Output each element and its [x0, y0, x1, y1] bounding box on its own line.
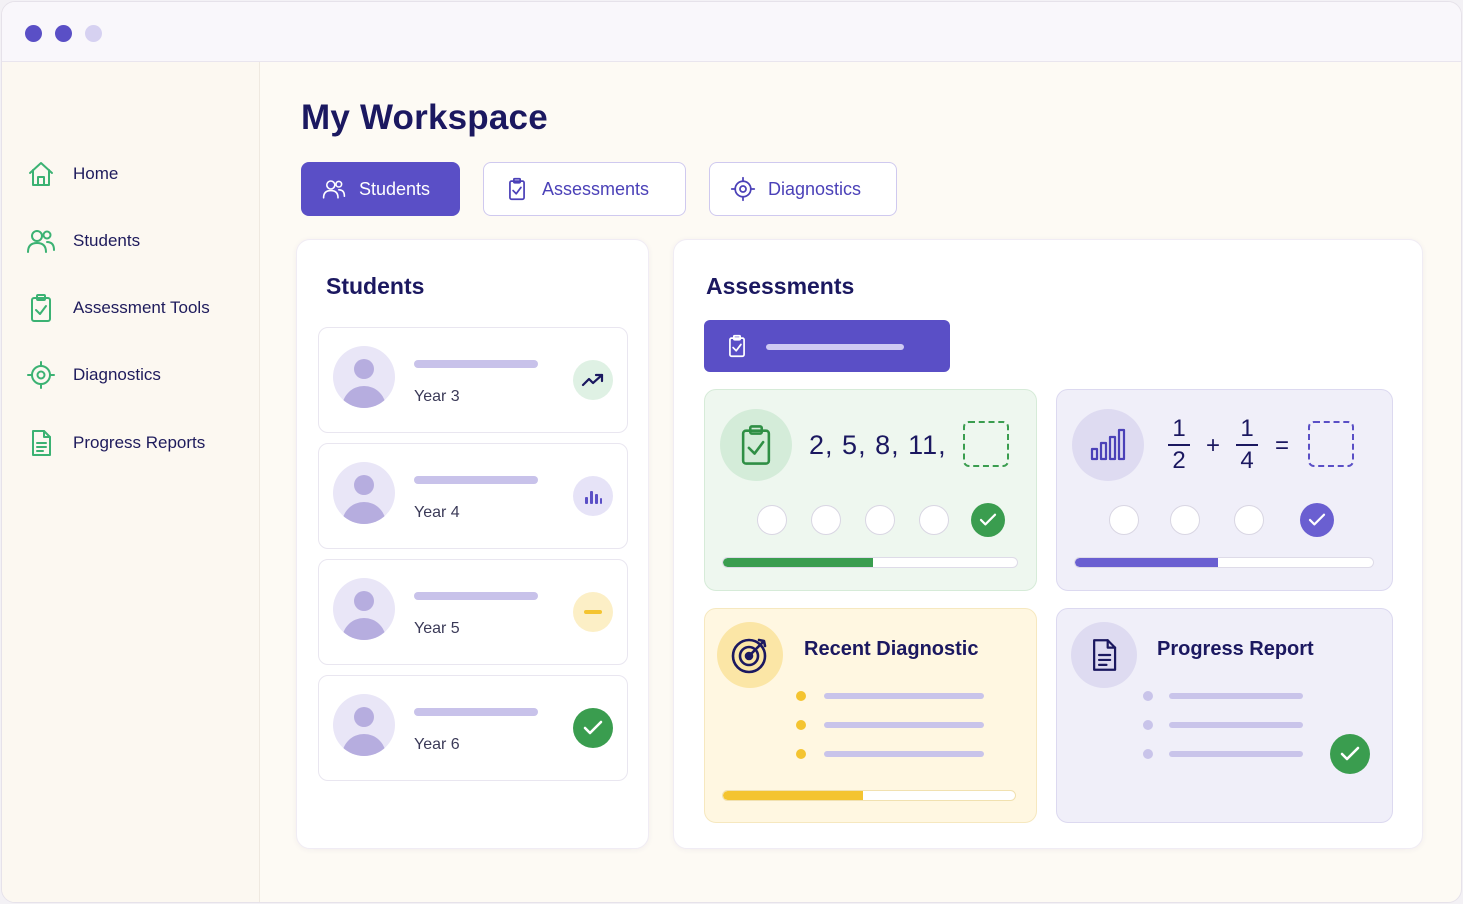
- answer-option[interactable]: [1234, 505, 1264, 535]
- clipboard-check-icon: [504, 176, 530, 202]
- tab-assessments[interactable]: Assessments: [483, 162, 686, 216]
- page-title: My Workspace: [301, 98, 548, 137]
- students-panel-title: Students: [326, 273, 425, 299]
- sidebar-item-assessment-tools[interactable]: Assessment Tools: [24, 291, 210, 325]
- sidebar-item-label: Students: [73, 231, 141, 250]
- answer-option[interactable]: [1109, 505, 1139, 535]
- progress-report-card[interactable]: Progress Report: [1056, 608, 1393, 823]
- plus-operator: +: [1206, 432, 1221, 459]
- app-window: Home Students Assessment Tools Diagnosti…: [1, 1, 1462, 903]
- students-panel: Students Year 3 Year 4 Year 5 Year 6: [296, 239, 649, 849]
- answer-option[interactable]: [757, 505, 787, 535]
- tab-label: Diagnostics: [768, 178, 862, 199]
- window-minimize-button[interactable]: [55, 25, 72, 42]
- student-year: Year 4: [414, 504, 460, 521]
- fraction-one-half: 12: [1168, 416, 1190, 474]
- home-icon: [24, 157, 58, 191]
- bar-chart-icon: [573, 476, 613, 516]
- recent-diagnostic-title: Recent Diagnostic: [804, 638, 979, 660]
- sidebar-item-label: Assessment Tools: [73, 298, 210, 317]
- check-icon: [573, 708, 613, 748]
- student-year: Year 5: [414, 620, 460, 637]
- answer-option-selected[interactable]: [1300, 503, 1334, 537]
- answer-box[interactable]: [1308, 421, 1354, 467]
- answer-option[interactable]: [865, 505, 895, 535]
- target-icon: [24, 358, 58, 392]
- student-year: Year 3: [414, 388, 460, 405]
- recent-diagnostic-card[interactable]: Recent Diagnostic: [704, 608, 1037, 823]
- sidebar-item-label: Progress Reports: [73, 433, 206, 452]
- clipboard-check-icon: [24, 291, 58, 325]
- clipboard-check-icon: [720, 409, 792, 481]
- avatar: [333, 346, 395, 408]
- target-icon: [730, 176, 756, 202]
- fraction-progress-bar: [1074, 557, 1374, 568]
- sidebar: Home Students Assessment Tools Diagnosti…: [2, 62, 260, 902]
- users-icon: [24, 224, 58, 258]
- avatar: [333, 462, 395, 524]
- new-assessment-button[interactable]: [704, 320, 950, 372]
- sidebar-item-home[interactable]: Home: [24, 157, 118, 191]
- window-close-button[interactable]: [25, 25, 42, 42]
- document-icon: [24, 426, 58, 460]
- clipboard-check-icon: [726, 333, 748, 364]
- sequence-progress-bar: [722, 557, 1018, 568]
- student-card[interactable]: Year 4: [318, 443, 628, 549]
- assessments-panel: Assessments 2, 5, 8, 11, 1 2 + 1 4 = Rec…: [673, 239, 1423, 849]
- target-icon: [717, 622, 783, 688]
- tab-diagnostics[interactable]: Diagnostics: [709, 162, 897, 216]
- avatar: [333, 694, 395, 756]
- users-icon: [321, 176, 347, 202]
- equals-operator: =: [1275, 432, 1290, 459]
- window-maximize-button[interactable]: [85, 25, 102, 42]
- title-bar: [2, 2, 1461, 62]
- sidebar-item-students[interactable]: Students: [24, 224, 140, 258]
- signal-bars-icon: [1072, 409, 1144, 481]
- student-card[interactable]: Year 6: [318, 675, 628, 781]
- assessments-panel-title: Assessments: [706, 273, 855, 299]
- sidebar-item-label: Diagnostics: [73, 365, 161, 384]
- check-icon: [1330, 734, 1370, 774]
- trend-up-icon: [573, 360, 613, 400]
- main-content: My Workspace Students Assessments Diagno…: [261, 62, 1461, 902]
- answer-option[interactable]: [919, 505, 949, 535]
- fraction-question-card[interactable]: 12 + 14 =: [1056, 389, 1393, 591]
- progress-report-title: Progress Report: [1157, 638, 1314, 660]
- tab-students[interactable]: Students: [301, 162, 460, 216]
- avatar: [333, 578, 395, 640]
- answer-box[interactable]: [963, 421, 1009, 467]
- student-card[interactable]: Year 5: [318, 559, 628, 665]
- student-card[interactable]: Year 3: [318, 327, 628, 433]
- number-sequence: 2, 5, 8, 11,: [809, 430, 947, 460]
- document-icon: [1071, 622, 1137, 688]
- student-year: Year 6: [414, 736, 460, 753]
- sidebar-item-label: Home: [73, 164, 119, 183]
- answer-option-selected[interactable]: [971, 503, 1005, 537]
- answer-option[interactable]: [1170, 505, 1200, 535]
- answer-option[interactable]: [811, 505, 841, 535]
- fraction-one-quarter: 14: [1236, 416, 1258, 474]
- tab-label: Students: [359, 178, 431, 199]
- sequence-question-card[interactable]: 2, 5, 8, 11,: [704, 389, 1037, 591]
- tab-label: Assessments: [542, 178, 650, 199]
- minus-icon: [573, 592, 613, 632]
- sidebar-item-progress-reports[interactable]: Progress Reports: [24, 426, 205, 460]
- sidebar-item-diagnostics[interactable]: Diagnostics: [24, 358, 161, 392]
- diagnostic-progress-bar: [722, 790, 1016, 801]
